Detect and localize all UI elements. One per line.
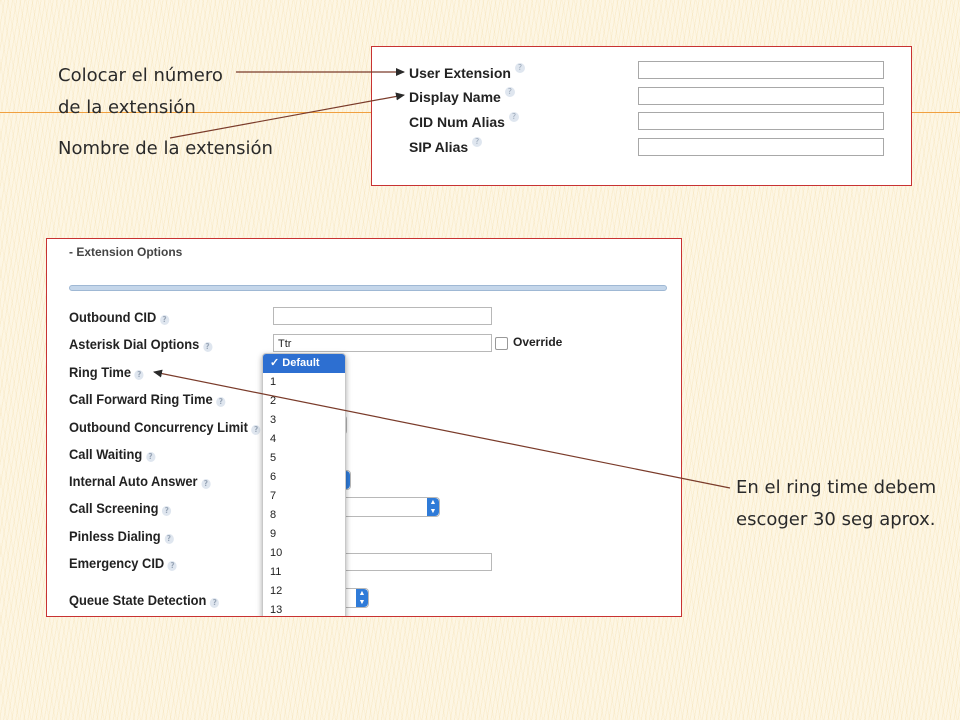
annotation-arrows [153, 68, 731, 489]
arrow-to-ring-time [153, 369, 731, 489]
arrow-to-display-name [169, 92, 405, 139]
